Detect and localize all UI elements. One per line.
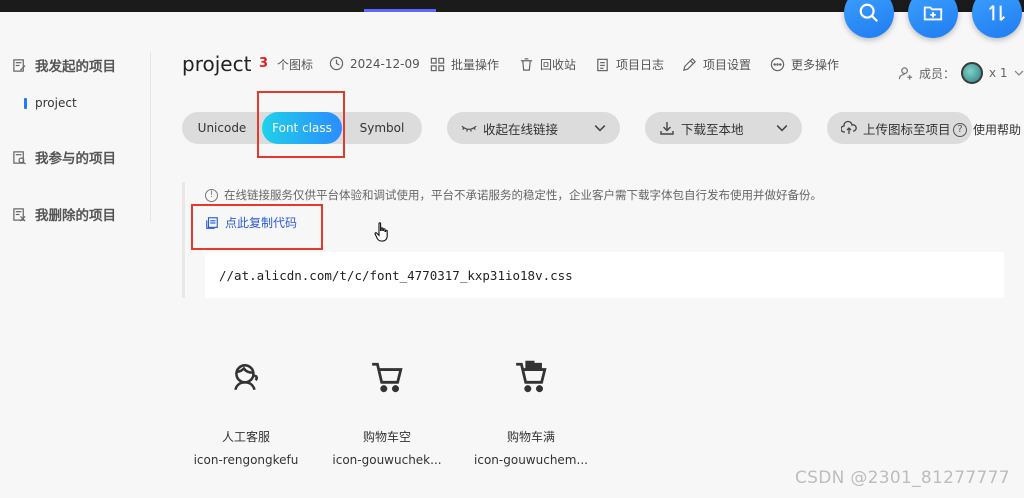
sidebar-sub-label: project <box>35 96 77 110</box>
recycle-bin-button[interactable]: 回收站 <box>519 56 576 73</box>
highlight-box-copy <box>191 204 323 250</box>
hand-cursor-icon <box>374 222 388 242</box>
tab-label: Unicode <box>197 121 247 135</box>
download-label: 下载至本地 <box>681 121 744 137</box>
date-text: 2024-12-09 <box>350 56 420 71</box>
chevron-down-icon <box>594 125 606 132</box>
sort-button[interactable] <box>972 0 1022 38</box>
icon-code: icon-gouwuchem... <box>474 453 588 467</box>
download-icon <box>660 122 674 135</box>
grid-icon <box>430 57 445 72</box>
doc-delete-icon <box>13 207 26 221</box>
icon-card-gouwuchemen[interactable]: 购物车满 icon-gouwuchem... <box>471 360 591 467</box>
notice-message: ! 在线链接服务仅供平台体验和调试使用，平台不承诺服务的稳定性，企业客户需下载字… <box>205 187 822 203</box>
help-link[interactable]: ? 使用帮助 <box>953 121 1021 138</box>
icon-count: 3 <box>259 56 269 71</box>
upload-button[interactable]: 上传图标至项目 <box>827 112 972 144</box>
sidebar-item-label: 我发起的项目 <box>35 59 116 75</box>
members-info[interactable]: 成员： x 1 <box>898 62 1024 84</box>
active-indicator <box>24 97 27 109</box>
cart-full-icon <box>516 360 547 393</box>
log-label: 项目日志 <box>616 58 665 72</box>
more-actions-button[interactable]: 更多操作 <box>770 56 839 73</box>
folder-add-icon <box>923 6 943 21</box>
customer-service-icon <box>234 364 258 391</box>
user-icon <box>898 66 913 80</box>
icon-name: 购物车空 <box>362 430 411 444</box>
more-icon <box>770 57 785 72</box>
tab-label: Symbol <box>359 121 405 135</box>
watermark: CSDN @2301_81277777 <box>795 468 1010 488</box>
collapse-link-label: 收起在线链接 <box>483 121 559 137</box>
batch-label: 批量操作 <box>451 58 500 72</box>
download-button[interactable]: 下载至本地 <box>645 112 802 144</box>
tab-unicode[interactable]: Unicode <box>182 112 262 144</box>
search-icon <box>859 3 879 23</box>
collapse-link-button[interactable]: 收起在线链接 <box>447 112 620 144</box>
icon-name: 购物车满 <box>506 430 555 444</box>
highlight-box-tab <box>257 91 345 158</box>
chevron-down-icon <box>1014 70 1024 76</box>
project-log-button[interactable]: 项目日志 <box>595 56 664 73</box>
trash-icon <box>520 58 533 71</box>
clock-icon <box>329 56 344 71</box>
sort-icon <box>988 4 1006 22</box>
eye-closed-icon <box>461 125 477 132</box>
sidebar-item-label: 我删除的项目 <box>35 208 116 224</box>
icon-count-label: 个图标 <box>277 56 313 73</box>
sidebar-divider <box>150 52 151 222</box>
edit-doc-icon <box>13 58 26 72</box>
icon-code: icon-rengongkefu <box>193 453 299 467</box>
clipboard-icon <box>597 58 608 72</box>
css-link-code[interactable]: //at.alicdn.com/t/c/font_4770317_kxp31io… <box>219 268 573 283</box>
notice-accent-bar <box>182 182 185 298</box>
notice-text: 在线链接服务仅供平台体验和调试使用，平台不承诺服务的稳定性，企业客户需下载字体包… <box>224 188 822 202</box>
date-info: 2024-12-09 <box>329 56 420 71</box>
cart-empty-icon <box>372 362 403 393</box>
doc-search-icon <box>13 150 26 165</box>
recycle-label: 回收站 <box>540 58 577 72</box>
sidebar-item-label: 我参与的项目 <box>35 151 116 167</box>
add-folder-button[interactable] <box>908 0 958 38</box>
sidebar-item-deleted-projects[interactable]: 我删除的项目 <box>12 204 116 224</box>
help-icon: ? <box>953 122 967 137</box>
members-label: 成员： <box>919 66 956 81</box>
icon-name: 人工客服 <box>221 430 270 444</box>
search-button[interactable] <box>844 0 894 38</box>
icon-count-text: 个图标 <box>277 58 314 72</box>
tab-symbol[interactable]: Symbol <box>342 112 422 144</box>
icon-card-gouwuchekong[interactable]: 购物车空 icon-gouwuchek... <box>327 360 447 467</box>
batch-operation-button[interactable]: 批量操作 <box>430 56 499 73</box>
cloud-upload-icon <box>841 120 857 134</box>
upload-label: 上传图标至项目 <box>863 121 951 137</box>
top-bar-indicator <box>364 9 436 12</box>
chevron-down-icon <box>776 125 788 132</box>
icon-card-rengongkefu[interactable]: 人工客服 icon-rengongkefu <box>186 360 306 467</box>
sidebar-item-joined-projects[interactable]: 我参与的项目 <box>12 147 116 167</box>
help-label: 使用帮助 <box>973 123 1022 137</box>
avatar <box>961 62 984 84</box>
page-title: project <box>182 52 252 76</box>
info-icon: ! <box>205 188 218 202</box>
project-settings-button[interactable]: 项目设置 <box>682 56 751 73</box>
members-count: x 1 <box>989 66 1008 80</box>
sidebar-sub-item-project[interactable]: project <box>24 96 77 110</box>
sidebar-item-my-projects[interactable]: 我发起的项目 <box>12 55 116 75</box>
settings-label: 项目设置 <box>703 58 752 72</box>
more-label: 更多操作 <box>791 58 840 72</box>
pencil-icon <box>683 58 696 71</box>
icon-code: icon-gouwuchek... <box>332 453 442 467</box>
